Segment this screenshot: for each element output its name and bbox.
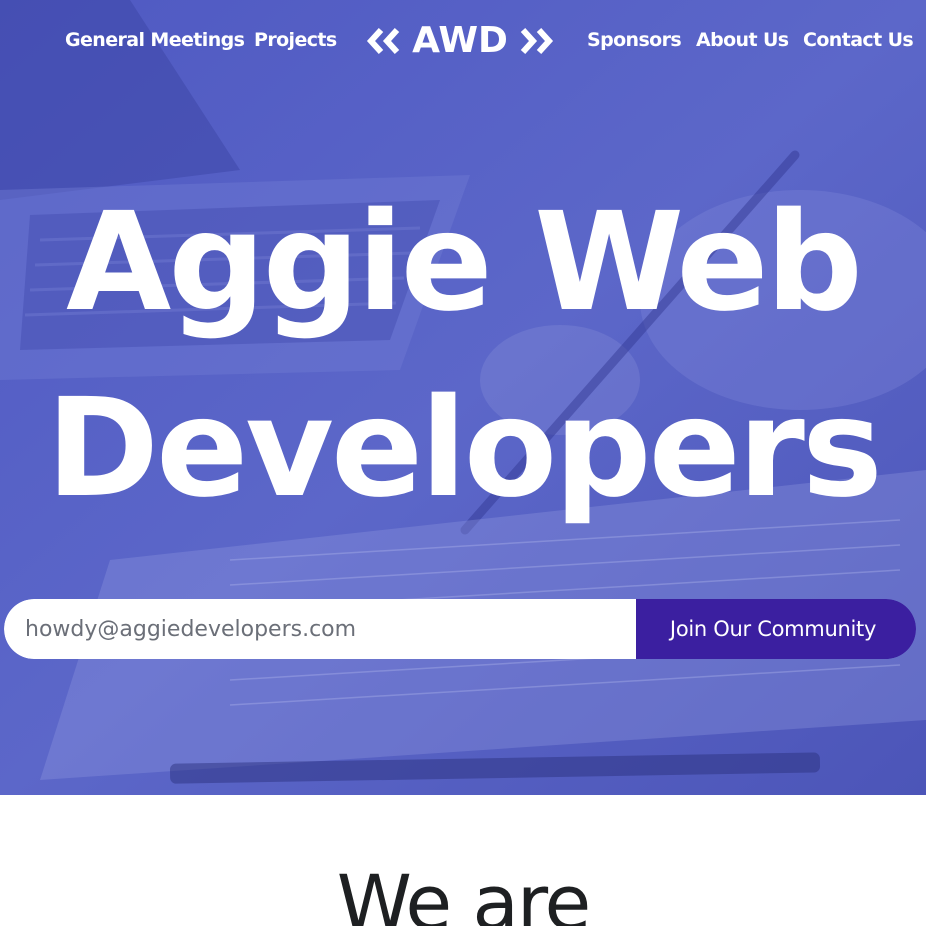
join-community-button[interactable]: Join Our Community (636, 599, 916, 659)
nav-link-contact-us[interactable]: Contact Us (803, 27, 914, 53)
brand-text: AWD (412, 20, 508, 61)
email-input[interactable] (4, 599, 636, 659)
hero-title-line-1: Aggie Web (66, 184, 863, 342)
double-chevron-left-icon (366, 27, 400, 55)
hero-section: General Meetings Projects AWD Sponsors A… (0, 0, 926, 795)
nav-link-sponsors[interactable]: Sponsors (587, 27, 682, 53)
double-chevron-right-icon (520, 27, 554, 55)
signup-form: Join Our Community (4, 599, 916, 659)
hero-title: Aggie Web Developers (0, 170, 926, 542)
nav-link-about-us[interactable]: About Us (696, 27, 789, 53)
nav-link-projects[interactable]: Projects (254, 27, 337, 53)
top-navigation: General Meetings Projects AWD Sponsors A… (0, 0, 926, 82)
nav-link-general-meetings[interactable]: General Meetings (65, 27, 245, 53)
we-are-heading: We are (336, 858, 592, 926)
brand-logo[interactable]: AWD (366, 18, 554, 64)
hero-title-line-2: Developers (46, 370, 883, 528)
